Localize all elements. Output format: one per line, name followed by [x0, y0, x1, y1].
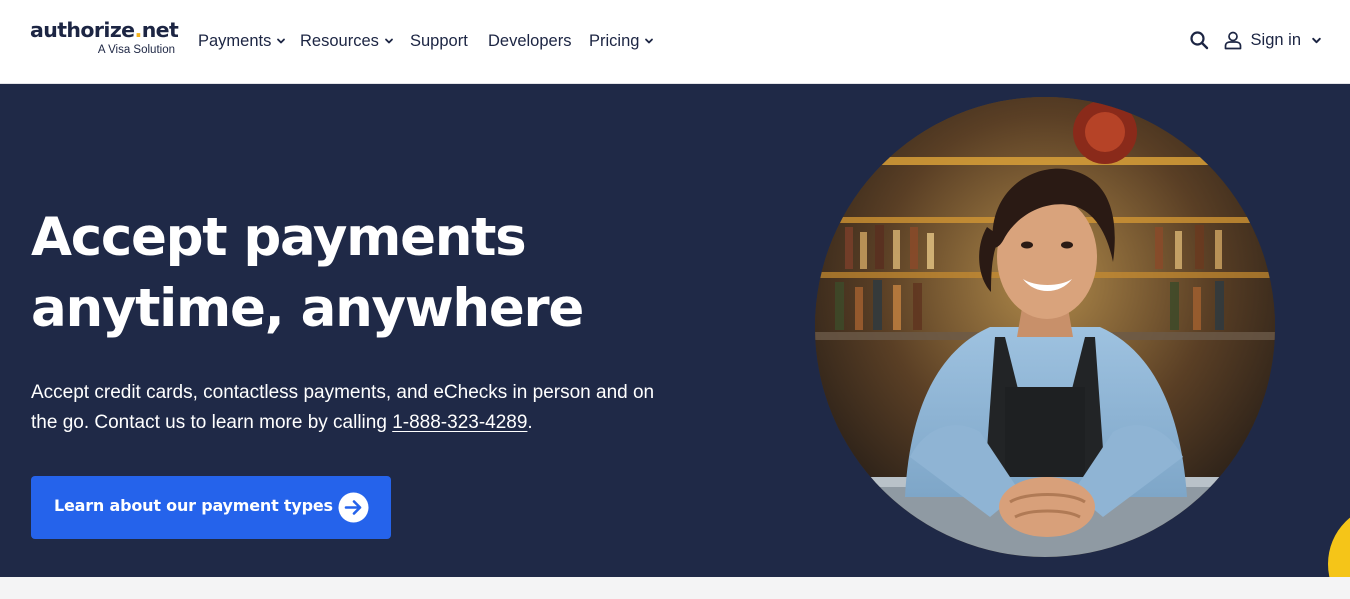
nav-resources[interactable]: Resources: [300, 30, 410, 52]
nav-payments[interactable]: Payments: [198, 30, 300, 52]
arrow-circle-right-icon: [338, 492, 369, 523]
nav-resources-label: Resources: [300, 31, 379, 50]
hero-description: Accept credit cards, contactless payment…: [31, 378, 671, 438]
nav-support[interactable]: Support: [410, 30, 488, 52]
hero-title: Accept payments anytime, anywhere: [31, 202, 651, 344]
search-icon[interactable]: [1189, 30, 1209, 50]
hero-description-end: .: [527, 412, 533, 433]
nav-pricing[interactable]: Pricing: [589, 30, 659, 52]
next-section-edge: [0, 577, 1350, 599]
nav-pricing-label: Pricing: [589, 31, 640, 50]
hero-description-text: Accept credit cards, contactless payment…: [31, 382, 655, 433]
logo-tagline: A Visa Solution: [97, 44, 175, 56]
user-icon[interactable]: [1223, 30, 1243, 50]
chevron-down-icon: [277, 38, 286, 44]
utility-nav: Sign in: [1189, 28, 1322, 52]
nav-developers[interactable]: Developers: [488, 30, 589, 52]
hero-title-line-1: Accept payments: [31, 207, 527, 268]
hero-section: Accept payments anytime, anywhere Accept…: [0, 84, 1350, 577]
authorize-net-logo[interactable]: authorize.net A Visa Solution: [30, 18, 180, 62]
logo-wordmark: authorize.net: [30, 18, 179, 42]
chevron-down-icon[interactable]: [1311, 35, 1322, 46]
phone-link[interactable]: 1-888-323-4289: [392, 412, 527, 433]
learn-payment-types-button[interactable]: Learn about our payment types: [31, 476, 391, 539]
main-nav: Payments Resources Support Developers Pr…: [198, 30, 659, 52]
hero-title-line-2: anytime, anywhere: [31, 278, 584, 339]
chevron-down-icon: [384, 38, 393, 44]
merchant-illustration: [815, 97, 1275, 557]
nav-payments-label: Payments: [198, 31, 272, 50]
nav-support-label: Support: [410, 31, 468, 50]
sign-in-link[interactable]: Sign in: [1251, 31, 1301, 50]
hero-photo-merchant: [815, 97, 1275, 557]
decorative-yellow-shape: [1328, 504, 1350, 577]
cta-label: Learn about our payment types: [54, 496, 333, 515]
chevron-down-icon: [645, 38, 654, 44]
site-header: authorize.net A Visa Solution Payments R…: [0, 0, 1350, 84]
nav-developers-label: Developers: [488, 31, 572, 50]
